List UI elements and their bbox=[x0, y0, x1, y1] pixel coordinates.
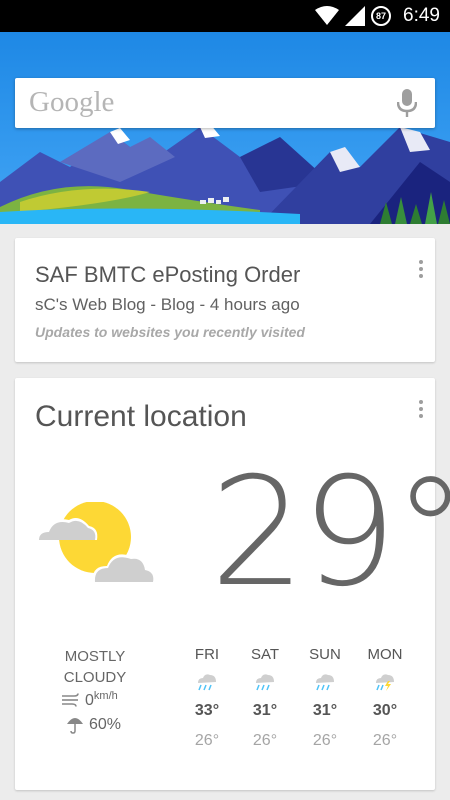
forecast-high: 30° bbox=[372, 702, 398, 719]
weather-card[interactable]: Current location 29° MOSTLY CLOUDY 0km/h… bbox=[15, 378, 450, 790]
forecast-low: 26° bbox=[194, 732, 220, 749]
forecast-day: MON 30° 26° bbox=[355, 646, 415, 756]
mic-icon[interactable] bbox=[397, 89, 417, 117]
condition-text: MOSTLY CLOUDY bbox=[55, 646, 135, 688]
forecast-day: SUN 31° 26° bbox=[295, 646, 355, 756]
signal-icon bbox=[345, 6, 366, 26]
landscape-illustration bbox=[0, 32, 450, 224]
wind-unit: km/h bbox=[93, 690, 118, 702]
forecast-row: FRI 33° 26° SAT 31° 26° SUN 31° 26° MON bbox=[177, 646, 415, 756]
location-title: Current location bbox=[35, 400, 247, 433]
rain-row: 60% bbox=[67, 716, 121, 734]
forecast-low: 26° bbox=[252, 732, 278, 749]
overflow-menu-icon[interactable] bbox=[419, 400, 423, 418]
news-card[interactable]: SAF BMTC ePosting Order sC's Web Blog - … bbox=[15, 238, 435, 362]
forecast-day-name: MON bbox=[367, 646, 403, 663]
battery-level: 87 bbox=[376, 11, 387, 21]
forecast-day: SAT 31° 26° bbox=[235, 646, 295, 756]
wind-icon bbox=[62, 693, 79, 707]
rain-cloud-icon bbox=[235, 668, 295, 696]
condition-line-1: MOSTLY bbox=[64, 648, 126, 665]
forecast-day: FRI 33° 26° bbox=[177, 646, 237, 756]
overflow-menu-icon[interactable] bbox=[419, 260, 423, 278]
search-bar[interactable]: Google bbox=[15, 78, 435, 128]
news-source: sC's Web Blog - Blog - 4 hours ago bbox=[35, 295, 300, 314]
status-icons: 87 6:49 bbox=[315, 0, 440, 32]
rain-cloud-icon bbox=[177, 668, 237, 696]
thunderstorm-icon bbox=[355, 668, 415, 696]
forecast-day-name: FRI bbox=[194, 646, 220, 663]
wifi-icon bbox=[315, 6, 340, 25]
news-title[interactable]: SAF BMTC ePosting Order bbox=[35, 262, 300, 288]
partly-cloudy-icon bbox=[37, 502, 156, 582]
forecast-high: 31° bbox=[312, 702, 338, 719]
condition-line-2: CLOUDY bbox=[63, 669, 127, 686]
news-note: Updates to websites you recently visited bbox=[35, 324, 305, 340]
forecast-low: 26° bbox=[312, 732, 338, 749]
forecast-day-name: SUN bbox=[309, 646, 341, 663]
forecast-low: 26° bbox=[372, 732, 398, 749]
rain-chance: 60% bbox=[89, 716, 122, 733]
umbrella-icon bbox=[67, 718, 83, 734]
google-logo: Google bbox=[29, 86, 115, 118]
forecast-high: 33° bbox=[194, 702, 220, 719]
current-temperature: 29° bbox=[210, 446, 450, 620]
forecast-day-name: SAT bbox=[250, 646, 280, 663]
header-banner bbox=[0, 32, 450, 224]
forecast-high: 31° bbox=[252, 702, 278, 719]
battery-icon: 87 bbox=[371, 6, 392, 26]
status-time: 6:49 bbox=[403, 5, 440, 26]
wind-row: 0km/h bbox=[61, 690, 118, 710]
status-bar: 87 6:49 bbox=[0, 0, 450, 32]
wind-value: 0km/h bbox=[85, 690, 118, 709]
rain-cloud-icon bbox=[295, 668, 355, 696]
